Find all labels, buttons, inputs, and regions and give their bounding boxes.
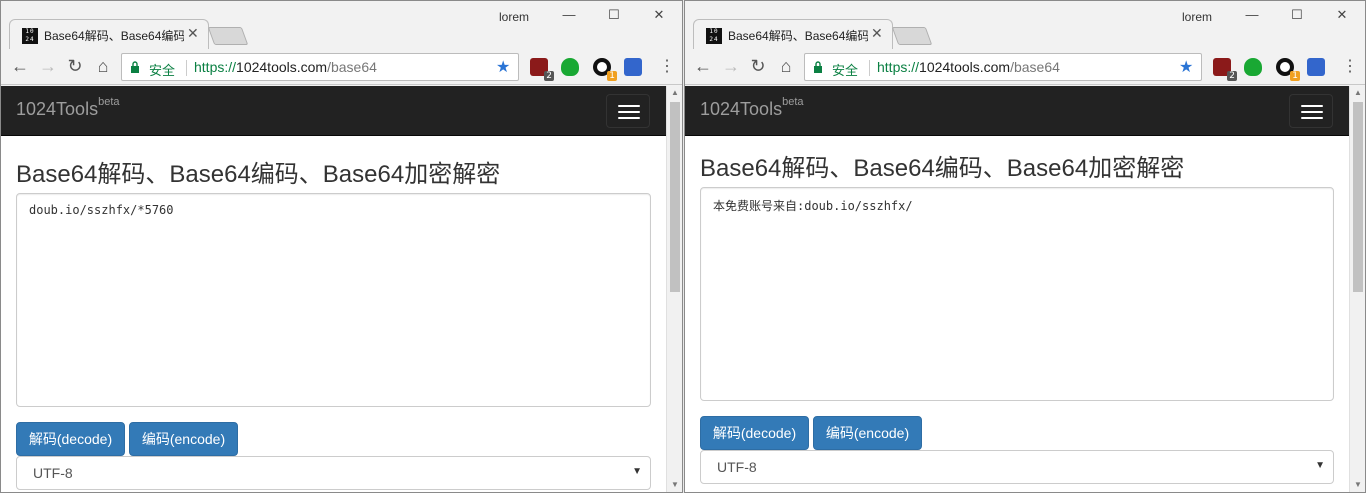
hamburger-menu-button[interactable] <box>1289 94 1333 128</box>
url-host: 1024tools.com <box>236 59 328 75</box>
forward-icon[interactable]: → <box>720 56 742 76</box>
decode-button[interactable]: 解码(decode) <box>700 416 809 450</box>
browser-window-right: 10 24 Base64解码、Base64编码 ✕ lorem — ☐ ✕ ← … <box>684 0 1366 493</box>
tab-close-icon[interactable]: ✕ <box>871 25 883 42</box>
minimize-button[interactable]: — <box>1242 7 1262 22</box>
url-text[interactable]: https://1024tools.com/base64 <box>194 59 377 75</box>
menu-icon[interactable]: ⋮ <box>1342 56 1358 76</box>
profile-name[interactable]: lorem <box>499 10 529 24</box>
url-path: /base64 <box>1010 59 1060 75</box>
url-host: 1024tools.com <box>919 59 1011 75</box>
page-title: Base64解码、Base64编码、Base64加密解密 <box>700 155 1185 182</box>
lock-icon <box>131 61 139 73</box>
bookmark-star-icon[interactable]: ★ <box>496 57 510 77</box>
site-brand[interactable]: 1024Toolsbeta <box>16 96 120 120</box>
reload-icon[interactable]: ↻ <box>64 56 86 76</box>
site-brand[interactable]: 1024Toolsbeta <box>700 96 804 120</box>
scroll-down-icon[interactable]: ▼ <box>1350 478 1365 492</box>
scroll-thumb[interactable] <box>1353 102 1363 292</box>
circle-ext-icon[interactable]: 1 <box>1276 58 1300 81</box>
page-title: Base64解码、Base64编码、Base64加密解密 <box>16 161 501 188</box>
tab-title: Base64解码、Base64编码 <box>44 29 184 43</box>
browser-window-left: 10 24 Base64解码、Base64编码 ✕ lorem — ☐ ✕ ← … <box>0 0 683 493</box>
vertical-scrollbar[interactable]: ▲ ▼ <box>1349 86 1365 492</box>
page-viewport: 1024Toolsbeta Base64解码、Base64编码、Base64加密… <box>1 86 667 492</box>
base64-textarea[interactable]: doub.io/sszhfx/*5760 <box>16 193 651 407</box>
encode-button[interactable]: 编码(encode) <box>129 422 238 456</box>
back-icon[interactable]: ← <box>9 56 31 76</box>
secure-label: 安全 <box>149 63 176 78</box>
ext-badge: 1 <box>607 71 617 81</box>
brand-sup: beta <box>98 96 120 108</box>
menu-icon[interactable]: ⋮ <box>659 56 675 76</box>
favicon-icon: 10 24 <box>22 28 38 44</box>
address-bar[interactable]: 安全 https://1024tools.com/base64 ★ <box>121 53 519 81</box>
url-text[interactable]: https://1024tools.com/base64 <box>877 59 1060 75</box>
tab-close-icon[interactable]: ✕ <box>187 25 199 42</box>
favicon-icon: 10 24 <box>706 28 722 44</box>
bookmark-star-icon[interactable]: ★ <box>1179 57 1193 77</box>
url-path: /base64 <box>327 59 377 75</box>
page-viewport: 1024Toolsbeta Base64解码、Base64编码、Base64加密… <box>685 86 1350 492</box>
charset-select[interactable]: UTF-8 ▼ <box>16 456 651 490</box>
minimize-button[interactable]: — <box>559 7 579 22</box>
url-scheme: https:// <box>194 59 237 75</box>
vertical-scrollbar[interactable]: ▲ ▼ <box>666 86 682 492</box>
maximize-button[interactable]: ☐ <box>1287 7 1307 23</box>
title-bar: 10 24 Base64解码、Base64编码 ✕ lorem — ☐ ✕ <box>685 1 1365 49</box>
divider <box>869 60 870 76</box>
shield-green-icon[interactable] <box>561 58 579 76</box>
url-scheme: https:// <box>877 59 920 75</box>
hamburger-menu-button[interactable] <box>606 94 650 128</box>
chevron-down-icon: ▼ <box>1315 460 1325 471</box>
charset-value: UTF-8 <box>717 459 757 475</box>
ublock-icon[interactable]: 2 <box>1213 58 1237 81</box>
back-icon[interactable]: ← <box>692 56 714 76</box>
ext-badge: 1 <box>1290 71 1300 81</box>
browser-toolbar: ← → ↻ ⌂ 安全 https://1024tools.com/base64 … <box>685 49 1365 85</box>
ublock-icon[interactable]: 2 <box>530 58 554 81</box>
tab-title: Base64解码、Base64编码 <box>728 29 868 43</box>
scroll-up-icon[interactable]: ▲ <box>667 86 682 100</box>
secure-label: 安全 <box>832 63 859 78</box>
home-icon[interactable]: ⌂ <box>775 56 797 76</box>
ext-badge: 2 <box>1227 71 1237 81</box>
site-navbar: 1024Toolsbeta <box>1 86 667 136</box>
new-tab-button[interactable] <box>207 27 249 45</box>
circle-ext-icon[interactable]: 1 <box>593 58 617 81</box>
decode-button[interactable]: 解码(decode) <box>16 422 125 456</box>
encode-button[interactable]: 编码(encode) <box>813 416 922 450</box>
charset-value: UTF-8 <box>33 465 73 481</box>
charset-select[interactable]: UTF-8 ▼ <box>700 450 1334 484</box>
base64-textarea[interactable]: 本免费账号来自:doub.io/sszhfx/ <box>700 187 1334 401</box>
save-ext-icon[interactable] <box>624 58 642 76</box>
brand-text: 1024Tools <box>700 99 783 119</box>
browser-tab[interactable]: 10 24 Base64解码、Base64编码 ✕ <box>693 19 893 49</box>
save-ext-icon[interactable] <box>1307 58 1325 76</box>
profile-name[interactable]: lorem <box>1182 10 1212 24</box>
scroll-thumb[interactable] <box>670 102 680 292</box>
title-bar: 10 24 Base64解码、Base64编码 ✕ lorem — ☐ ✕ <box>1 1 682 49</box>
brand-text: 1024Tools <box>16 99 99 119</box>
forward-icon[interactable]: → <box>37 56 59 76</box>
lock-icon <box>814 61 822 73</box>
close-window-button[interactable]: ✕ <box>1332 7 1352 23</box>
browser-toolbar: ← → ↻ ⌂ 安全 https://1024tools.com/base64 … <box>1 49 682 85</box>
site-navbar: 1024Toolsbeta <box>685 86 1350 136</box>
scroll-up-icon[interactable]: ▲ <box>1350 86 1365 100</box>
chevron-down-icon: ▼ <box>632 466 642 477</box>
reload-icon[interactable]: ↻ <box>747 56 769 76</box>
maximize-button[interactable]: ☐ <box>604 7 624 23</box>
shield-green-icon[interactable] <box>1244 58 1262 76</box>
browser-tab[interactable]: 10 24 Base64解码、Base64编码 ✕ <box>9 19 209 49</box>
address-bar[interactable]: 安全 https://1024tools.com/base64 ★ <box>804 53 1202 81</box>
home-icon[interactable]: ⌂ <box>92 56 114 76</box>
brand-sup: beta <box>782 96 804 108</box>
scroll-down-icon[interactable]: ▼ <box>667 478 682 492</box>
close-window-button[interactable]: ✕ <box>649 7 669 23</box>
divider <box>186 60 187 76</box>
new-tab-button[interactable] <box>891 27 933 45</box>
ext-badge: 2 <box>544 71 554 81</box>
